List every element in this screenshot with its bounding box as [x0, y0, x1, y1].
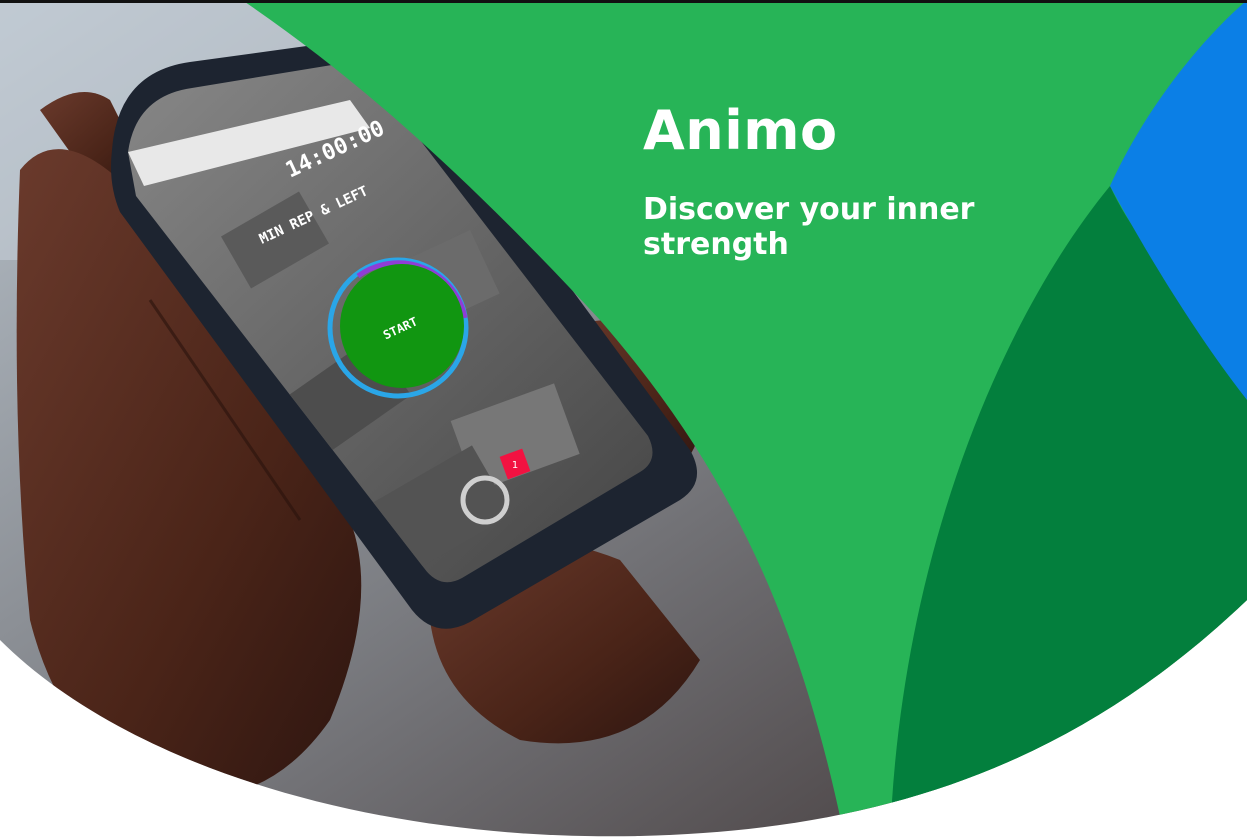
brand-tagline: Discover your inner strength [643, 192, 975, 262]
brand-title: Animo [643, 99, 838, 162]
marker-label: 1 [512, 460, 518, 471]
hero-graphic: 14:00:00 MIN REP & LEFT START 1 [0, 0, 1247, 837]
top-rule [0, 0, 1247, 3]
